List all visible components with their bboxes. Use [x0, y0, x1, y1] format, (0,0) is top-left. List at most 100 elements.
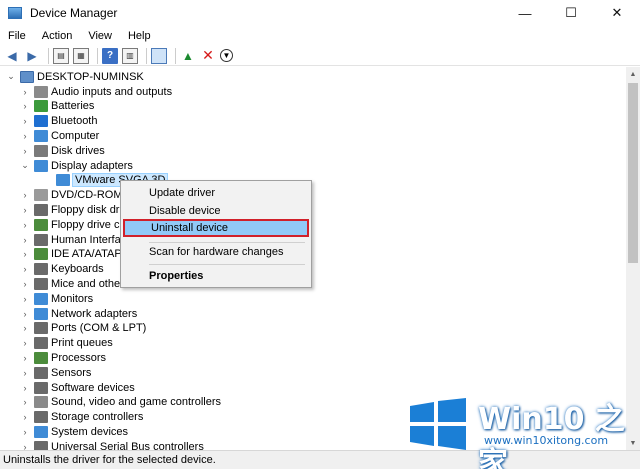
maximize-button[interactable]: ☐: [548, 0, 594, 26]
scroll-up-icon[interactable]: ▲: [626, 67, 640, 81]
expand-chevron-icon[interactable]: ›: [20, 397, 30, 407]
back-arrow-icon[interactable]: ◀: [4, 48, 20, 64]
tree-item-label: Print queues: [51, 337, 113, 350]
menu-item-uninstall-device[interactable]: Uninstall device: [123, 219, 309, 237]
expand-chevron-icon[interactable]: ›: [20, 87, 30, 97]
sensor-icon: [34, 366, 48, 379]
tree-item-label: Human Interfac: [51, 233, 127, 246]
expand-chevron-icon[interactable]: ›: [20, 442, 30, 450]
tree-category[interactable]: › Universal Serial Bus controllers: [20, 439, 204, 450]
tree-category[interactable]: › Batteries: [20, 99, 94, 114]
tree-category[interactable]: › Ports (COM & LPT): [20, 321, 146, 336]
network-icon: [34, 307, 48, 320]
tree-category[interactable]: › Monitors: [20, 291, 93, 306]
expand-chevron-icon[interactable]: ›: [20, 116, 30, 126]
computer-icon: [20, 70, 34, 83]
tree-category[interactable]: › Bluetooth: [20, 114, 97, 129]
tree-category[interactable]: › Software devices: [20, 380, 135, 395]
speaker-icon: [34, 85, 48, 98]
device-view-icon[interactable]: ▥: [122, 47, 138, 64]
tree-item-label: Computer: [51, 129, 100, 142]
expand-chevron-icon[interactable]: ›: [20, 235, 30, 245]
minimize-button[interactable]: —: [502, 0, 548, 26]
update-driver-icon[interactable]: ▼: [220, 49, 233, 62]
floppy-drive-icon: [34, 203, 48, 216]
toolbar-divider: [175, 47, 176, 64]
watermark-brand: Win10 之家: [478, 402, 625, 469]
expand-chevron-icon[interactable]: ›: [20, 338, 30, 348]
tree-category[interactable]: › Sensors: [20, 365, 91, 380]
expand-chevron-icon[interactable]: ›: [20, 249, 30, 259]
expand-chevron-icon[interactable]: ›: [20, 412, 30, 422]
expand-chevron-icon[interactable]: ›: [20, 190, 30, 200]
uninstall-icon[interactable]: ✕: [200, 47, 216, 64]
expand-chevron-icon[interactable]: ›: [20, 146, 30, 156]
tree-item-label: System devices: [51, 425, 129, 438]
tree-item-label: Display adapters: [51, 159, 133, 172]
menu-help[interactable]: Help: [120, 30, 159, 42]
tree-category[interactable]: › Computer: [20, 128, 99, 143]
expand-chevron-icon[interactable]: ›: [20, 279, 30, 289]
battery-icon: [34, 100, 48, 113]
collapse-chevron-icon[interactable]: ⌄: [6, 71, 16, 82]
show-hidden-icon[interactable]: ▦: [73, 47, 89, 64]
menu-item-scan-hardware[interactable]: Scan for hardware changes: [123, 243, 309, 261]
tree-item-label: Floppy drive co: [51, 218, 126, 231]
tree-category[interactable]: › IDE ATA/ATAPI c: [20, 247, 133, 262]
tree-item-label: Ports (COM & LPT): [51, 322, 147, 335]
tree-item-label: Sensors: [51, 366, 92, 379]
tree-category[interactable]: › Mice and other: [20, 276, 124, 291]
tree-category[interactable]: › Print queues: [20, 336, 113, 351]
expand-chevron-icon[interactable]: ›: [20, 309, 30, 319]
menu-item-properties[interactable]: Properties: [123, 267, 309, 285]
expand-chevron-icon[interactable]: ›: [20, 205, 30, 215]
collapse-chevron-icon[interactable]: ⌄: [20, 160, 30, 171]
tree-category[interactable]: ⌄ Display adapters: [20, 158, 133, 173]
expand-chevron-icon[interactable]: ›: [20, 368, 30, 378]
expand-chevron-icon[interactable]: ›: [20, 383, 30, 393]
tree-category[interactable]: › Floppy drive co: [20, 217, 126, 232]
expand-chevron-icon[interactable]: ›: [20, 264, 30, 274]
menu-view[interactable]: View: [80, 30, 120, 42]
tree-category[interactable]: › Processors: [20, 350, 106, 365]
tree-category[interactable]: › Disk drives: [20, 143, 105, 158]
tree-category[interactable]: › Keyboards: [20, 262, 104, 277]
toolbar-divider: [97, 47, 98, 64]
expand-chevron-icon[interactable]: ›: [20, 294, 30, 304]
tree-item-label: Network adapters: [51, 307, 138, 320]
tree-item-label: Bluetooth: [51, 115, 98, 128]
tree-category[interactable]: › Audio inputs and outputs: [20, 84, 172, 99]
expand-chevron-icon[interactable]: ›: [20, 323, 30, 333]
usb-icon: [34, 440, 48, 450]
tree-category[interactable]: › Network adapters: [20, 306, 137, 321]
tree-category[interactable]: › Floppy disk driv: [20, 202, 127, 217]
expand-chevron-icon[interactable]: ›: [20, 353, 30, 363]
printer-icon: [34, 337, 48, 350]
forward-arrow-icon[interactable]: ▶: [24, 48, 40, 64]
menu-file[interactable]: File: [0, 30, 34, 42]
expand-chevron-icon[interactable]: ›: [20, 220, 30, 230]
tree-category[interactable]: › DVD/CD-ROM d: [20, 188, 132, 203]
expand-chevron-icon[interactable]: ›: [20, 131, 30, 141]
menu-action[interactable]: Action: [34, 30, 81, 42]
properties-icon[interactable]: ▤: [53, 47, 69, 64]
tree-item-label: Universal Serial Bus controllers: [51, 440, 204, 450]
expand-chevron-icon[interactable]: ›: [20, 427, 30, 437]
window-title: Device Manager: [30, 6, 118, 20]
menu-separator: [149, 264, 305, 265]
add-driver-icon[interactable]: ▲: [180, 48, 196, 64]
tree-item-label: Audio inputs and outputs: [51, 85, 173, 98]
tree-category[interactable]: › Storage controllers: [20, 410, 143, 425]
scan-hardware-icon[interactable]: [151, 47, 167, 64]
scroll-thumb[interactable]: [628, 83, 638, 263]
tree-category[interactable]: › System devices: [20, 424, 128, 439]
expand-chevron-icon[interactable]: ›: [20, 101, 30, 111]
help-icon[interactable]: ?: [102, 47, 118, 64]
menu-item-disable-device[interactable]: Disable device: [123, 202, 309, 220]
tree-category[interactable]: › Human Interfac: [20, 232, 126, 247]
tree-category[interactable]: › Sound, video and game controllers: [20, 395, 221, 410]
windows-logo-icon: [410, 398, 466, 450]
close-button[interactable]: ✕: [594, 0, 640, 26]
menu-item-update-driver[interactable]: Update driver: [123, 184, 309, 202]
tree-root[interactable]: ⌄ DESKTOP-NUMINSK: [6, 69, 144, 84]
